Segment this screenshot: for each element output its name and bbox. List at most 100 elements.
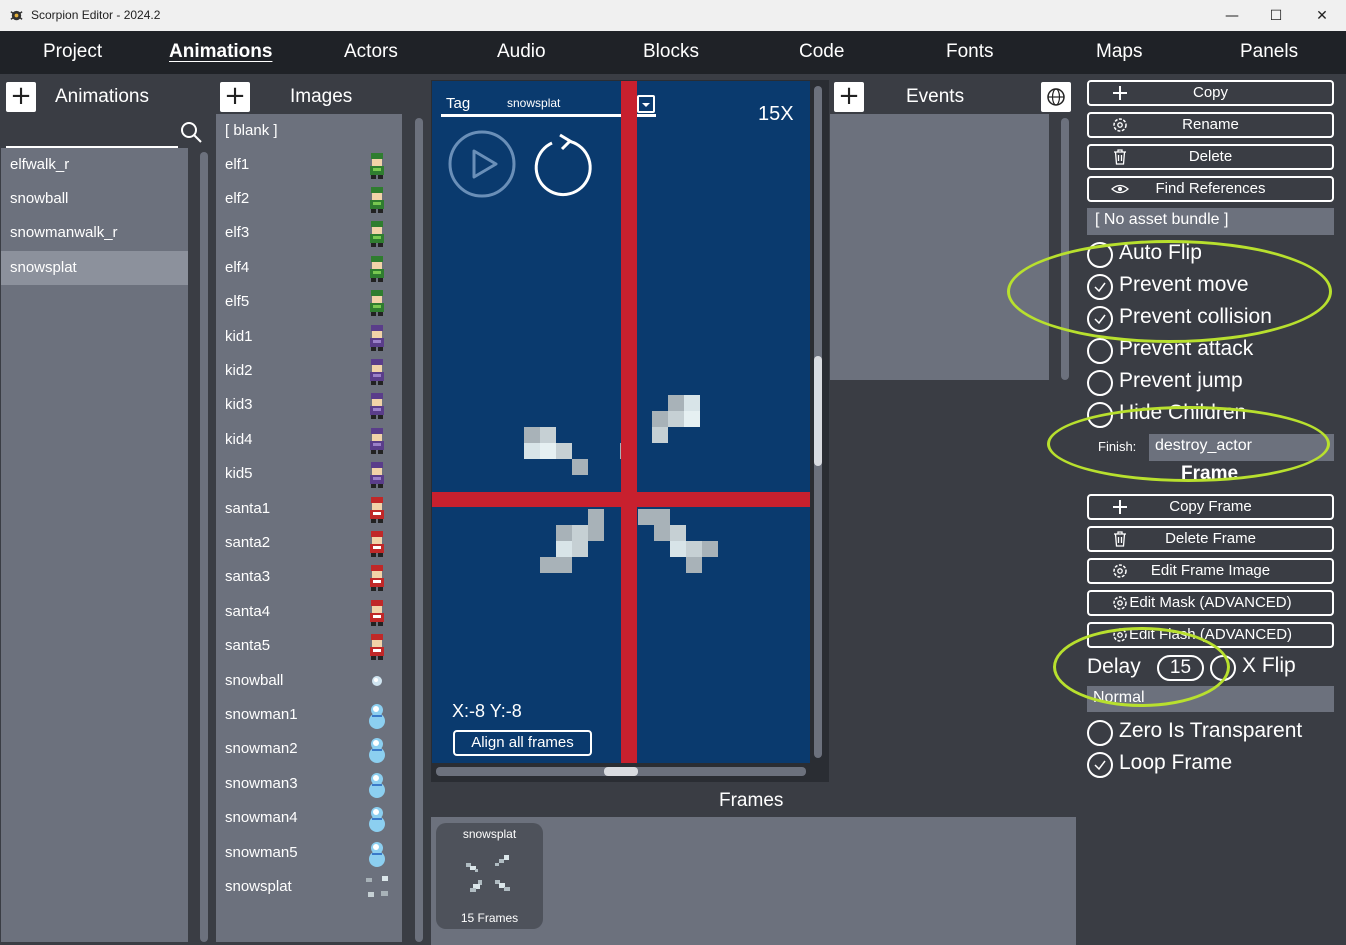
image-list-item[interactable]: santa3 <box>216 560 402 594</box>
add-event-button[interactable]: + <box>834 82 864 112</box>
menu-animations[interactable]: Animations <box>169 41 272 63</box>
menu-blocks[interactable]: Blocks <box>643 41 699 63</box>
snowman-sprite-icon <box>369 842 385 867</box>
image-list-item[interactable]: kid5 <box>216 457 402 491</box>
image-list-item[interactable]: elf4 <box>216 251 402 285</box>
delay-input[interactable]: 15 <box>1157 655 1204 681</box>
animation-canvas[interactable]: Tag snowsplat 15X X:-8 Y:-8 Align all fr… <box>432 81 810 763</box>
image-list-item[interactable]: kid4 <box>216 423 402 457</box>
align-all-frames-button[interactable]: Align all frames <box>453 730 592 756</box>
edit-flash-button[interactable]: Edit Flash (ADVANCED) <box>1087 622 1334 648</box>
edit-frame-image-button[interactable]: Edit Frame Image <box>1087 558 1334 584</box>
image-list-item[interactable]: elf2 <box>216 182 402 216</box>
image-list-item[interactable]: santa4 <box>216 595 402 629</box>
menu-actors[interactable]: Actors <box>344 41 398 63</box>
image-list-item[interactable]: snowman3 <box>216 767 402 801</box>
delete-button[interactable]: Delete <box>1087 144 1334 170</box>
canvas-vertical-scroll-thumb[interactable] <box>814 356 822 466</box>
find-references-button[interactable]: Find References <box>1087 176 1334 202</box>
menu-project[interactable]: Project <box>43 41 102 63</box>
finish-action-field[interactable]: destroy_actor <box>1149 434 1334 461</box>
frame-card[interactable]: snowsplat 15 Frames <box>436 823 543 929</box>
checked-circle-icon <box>1087 306 1113 332</box>
copy-button[interactable]: Copy <box>1087 80 1334 106</box>
image-list-item[interactable]: santa5 <box>216 629 402 663</box>
add-animation-button[interactable]: + <box>6 82 36 112</box>
images-scrollbar[interactable] <box>415 118 423 942</box>
tag-value[interactable]: snowsplat <box>507 96 560 110</box>
image-list-item[interactable]: elf5 <box>216 285 402 319</box>
close-button[interactable]: ✕ <box>1299 0 1345 31</box>
image-list-item[interactable]: elf1 <box>216 148 402 182</box>
list-item[interactable]: snowball <box>1 182 188 216</box>
gear-icon <box>1113 118 1127 132</box>
santa-sprite-icon <box>370 634 384 660</box>
tag-dropdown-button[interactable] <box>637 95 655 113</box>
events-globe-button[interactable] <box>1041 82 1071 112</box>
image-list-item-label: kid5 <box>225 465 253 482</box>
delete-frame-button[interactable]: Delete Frame <box>1087 526 1334 552</box>
maximize-button[interactable]: ☐ <box>1253 0 1299 31</box>
menu-panels[interactable]: Panels <box>1240 41 1298 63</box>
menu-fonts[interactable]: Fonts <box>946 41 994 63</box>
kid-sprite-icon <box>370 428 384 454</box>
image-list-item[interactable]: snowman5 <box>216 836 402 870</box>
image-list-item[interactable]: kid3 <box>216 388 402 422</box>
menu-code[interactable]: Code <box>799 41 844 63</box>
santa-sprite-icon <box>370 531 384 557</box>
unchecked-circle-icon <box>1087 370 1113 396</box>
menu-maps[interactable]: Maps <box>1096 41 1142 63</box>
loop-icon[interactable] <box>532 133 596 199</box>
image-list-item[interactable]: kid2 <box>216 354 402 388</box>
rename-button[interactable]: Rename <box>1087 112 1334 138</box>
menu-audio[interactable]: Audio <box>497 41 546 63</box>
frame-card-title: snowsplat <box>462 827 517 841</box>
image-list-item-label: kid1 <box>225 328 253 345</box>
trash-icon <box>1114 531 1126 547</box>
image-list-item[interactable]: kid1 <box>216 320 402 354</box>
list-item[interactable]: elfwalk_r <box>1 148 188 182</box>
list-item-selected[interactable]: snowsplat <box>1 251 188 285</box>
image-list-item[interactable]: snowman2 <box>216 732 402 766</box>
image-list-item[interactable]: santa2 <box>216 526 402 560</box>
image-list-item[interactable]: snowsplat <box>216 870 402 904</box>
image-list-item[interactable]: [ blank ] <box>216 114 402 148</box>
image-list-item[interactable]: snowman1 <box>216 698 402 732</box>
animations-scrollbar[interactable] <box>200 152 208 942</box>
image-list-item[interactable]: santa1 <box>216 492 402 526</box>
maximize-icon: ☐ <box>1269 7 1283 24</box>
animations-list[interactable]: elfwalk_r snowball snowmanwalk_r snowspl… <box>1 148 188 942</box>
zoom-level[interactable]: 15X <box>758 103 794 126</box>
plus-icon <box>1113 86 1127 100</box>
add-image-button[interactable]: + <box>220 82 250 112</box>
canvas-horizontal-scroll-thumb[interactable] <box>604 767 638 776</box>
events-list[interactable] <box>830 114 1049 380</box>
image-list-item-label: kid4 <box>225 431 253 448</box>
scorpion-app-icon <box>10 10 23 21</box>
image-list-item-label: santa2 <box>225 534 271 551</box>
elf-sprite-icon <box>370 256 384 282</box>
blend-mode-field[interactable]: Normal <box>1087 686 1334 712</box>
edit-mask-button[interactable]: Edit Mask (ADVANCED) <box>1087 590 1334 616</box>
search-icon[interactable] <box>180 121 202 143</box>
events-scrollbar[interactable] <box>1061 118 1069 380</box>
minimize-button[interactable]: — <box>1209 0 1255 31</box>
title-bar: Scorpion Editor - 2024.2 — ☐ ✕ <box>0 0 1346 31</box>
image-list-item[interactable]: snowman4 <box>216 801 402 835</box>
image-list-item[interactable]: elf3 <box>216 216 402 250</box>
kid-sprite-icon <box>370 359 384 385</box>
image-list-item-label: santa4 <box>225 603 271 620</box>
prevent-collision-label: Prevent collision <box>1119 305 1272 328</box>
chevron-down-icon <box>642 103 650 107</box>
animation-search-field[interactable] <box>6 118 204 148</box>
frames-strip[interactable]: snowsplat 15 Frames <box>431 817 1076 945</box>
images-list[interactable]: [ blank ] elf1 elf2 elf3 elf4 elf5 kid1 kid2 kid… <box>216 114 402 942</box>
snowman-sprite-icon <box>369 807 385 832</box>
delete-label: Delete <box>1188 148 1233 165</box>
list-item[interactable]: snowmanwalk_r <box>1 216 188 250</box>
edit-mask-label: Edit Mask (ADVANCED) <box>1129 594 1292 611</box>
asset-bundle-field[interactable]: [ No asset bundle ] <box>1087 208 1334 235</box>
image-list-item[interactable]: snowball <box>216 664 402 698</box>
play-icon[interactable] <box>447 129 517 199</box>
copy-frame-button[interactable]: Copy Frame <box>1087 494 1334 520</box>
